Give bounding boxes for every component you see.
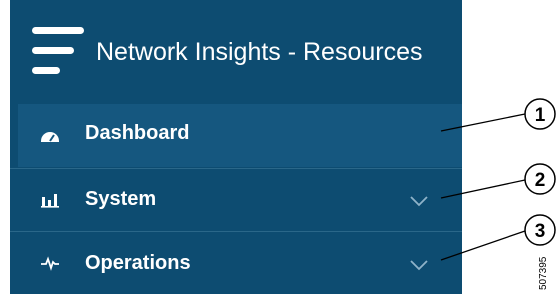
callout-circle: [524, 214, 556, 246]
callout-circle: [524, 163, 556, 195]
sidebar-item-operations[interactable]: Operations: [10, 231, 462, 294]
sidebar-item-dashboard[interactable]: Dashboard: [10, 104, 462, 167]
pulse-icon: [40, 253, 60, 273]
sidebar-header: Network Insights - Resources: [10, 0, 462, 103]
callout-number: 1: [535, 105, 546, 126]
sidebar: Network Insights - Resources Dashboard S…: [10, 0, 462, 294]
callout-number: 2: [535, 170, 546, 191]
sidebar-item-system[interactable]: System: [10, 168, 462, 230]
figure-id-text: 507395: [538, 256, 549, 290]
sidebar-item-label: Operations: [85, 252, 191, 274]
callout-number: 3: [535, 221, 546, 242]
bar-chart-icon: [40, 189, 60, 209]
chevron-down-icon[interactable]: [410, 258, 428, 271]
screenshot-stage: Network Insights - Resources Dashboard S…: [0, 0, 556, 294]
dashboard-gauge-icon: [40, 125, 60, 145]
hamburger-menu-icon[interactable]: [32, 27, 88, 77]
callout-circle: [524, 98, 556, 130]
sidebar-item-label: Dashboard: [85, 122, 190, 144]
app-title: Network Insights - Resources: [96, 38, 423, 66]
sidebar-item-label: System: [85, 188, 157, 210]
chevron-down-icon[interactable]: [410, 194, 428, 207]
figure-id: 507395: [538, 256, 549, 290]
